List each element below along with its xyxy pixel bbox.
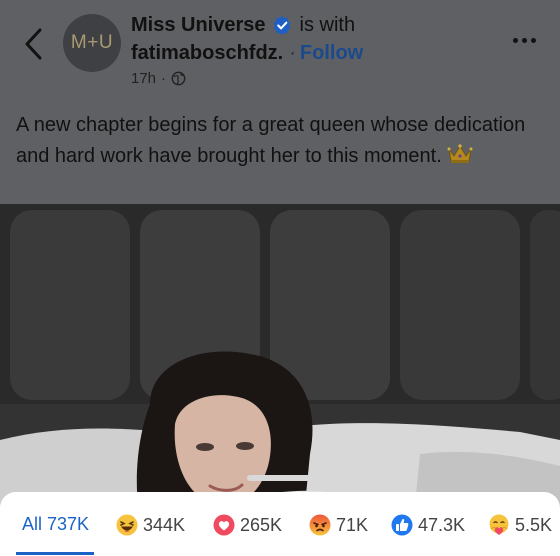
crown-emoji-icon [447,144,473,163]
tab-care[interactable]: 5.5K [488,514,552,536]
meta-separator: · [161,70,167,87]
reactions-sheet: All 737K 344K 265K 71K 47.3K 5.5K [0,492,560,556]
love-icon [213,514,235,536]
tab-like[interactable]: 47.3K [391,514,465,536]
tab-angry[interactable]: 71K [309,514,368,536]
haha-icon [116,514,138,536]
angry-icon [309,514,331,536]
post-timestamp[interactable]: 17h [131,70,156,87]
back-arrow-icon[interactable] [20,26,50,62]
follow-button[interactable]: Follow [300,42,363,64]
page-avatar[interactable]: M+U [63,14,121,72]
tab-like-count: 47.3K [418,514,466,535]
post-meta: 17h · [131,70,186,87]
page-name-link[interactable]: Miss Universe [131,14,266,37]
post-caption: A new chapter begins for a great queen w… [0,96,560,204]
tagged-line: fatimaboschfdz. · Follow [131,42,363,65]
post-header: M+U Miss Universe is with fatimaboschfdz… [0,0,560,96]
tab-haha[interactable]: 344K [116,514,185,536]
tab-care-count: 5.5K [515,514,553,535]
more-options-icon[interactable] [513,38,536,43]
tab-all-label: All [22,514,43,534]
separator-dot: · [289,42,296,64]
like-icon [391,514,413,536]
avatar-logo-text: M+U [70,32,114,53]
globe-icon [171,71,186,86]
tab-haha-count: 344K [143,514,186,535]
with-text: is with [299,14,356,36]
reaction-tabs: All 737K 344K 265K 71K 47.3K 5.5K [0,492,560,556]
tab-love[interactable]: 265K [213,514,282,536]
tab-love-count: 265K [240,514,283,535]
tab-all-reactions[interactable]: All 737K [22,514,89,535]
verified-badge-icon [273,16,291,35]
tab-all-count: 737K [47,514,90,534]
active-tab-indicator [16,552,94,555]
tab-angry-count: 71K [336,514,369,535]
sheet-drag-handle[interactable] [247,475,313,481]
tagged-user-link[interactable]: fatimaboschfdz. [131,42,283,64]
post-author-line: Miss Universe is with [131,14,355,37]
care-icon [489,514,509,535]
